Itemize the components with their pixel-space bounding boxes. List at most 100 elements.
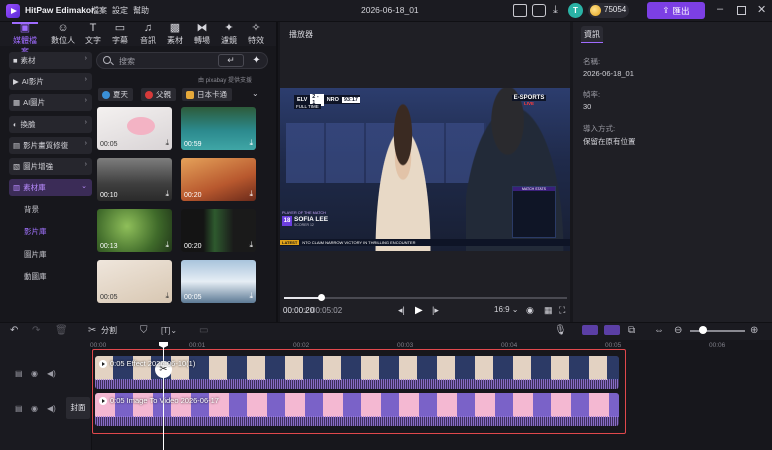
name-label: 名稱: <box>583 57 601 66</box>
text-tool-icon[interactable]: [T]⌄ <box>161 325 177 336</box>
media-thumb[interactable]: 00:05 ⤓ <box>97 260 172 303</box>
progress-handle[interactable] <box>317 294 325 301</box>
category-face-swap[interactable]: ◐ 換臉 › <box>9 116 92 133</box>
track-visibility-icon[interactable]: ◉ <box>31 404 38 413</box>
tab-filter[interactable]: ✦ 濾鏡 <box>217 22 241 46</box>
category-image-enhance[interactable]: ▧ 圖片增強 › <box>9 158 92 175</box>
media-thumb[interactable]: 00:13 ⤓ <box>97 209 172 252</box>
chevron-down-icon[interactable]: ⌄ <box>252 89 259 98</box>
menu-settings[interactable]: 設定 <box>112 5 128 16</box>
video-preview[interactable]: ELV 2 - 1 NRO 93:17 FULL TIME E-SPORTS LI… <box>280 88 570 251</box>
split-button[interactable]: 分割 <box>101 325 117 336</box>
redo-icon[interactable]: ↷ <box>32 325 40 336</box>
avatar[interactable]: T <box>568 3 583 18</box>
tab-sticker[interactable]: ▩ 素材 <box>163 22 187 46</box>
track-visibility-icon[interactable]: ◉ <box>31 369 38 378</box>
media-thumb[interactable]: 00:05 ⤓ <box>97 107 172 150</box>
preview-quality-icon[interactable]: ▦ <box>544 305 553 316</box>
link-icon[interactable] <box>604 325 620 335</box>
layout-icon[interactable] <box>513 4 527 17</box>
track-lock-icon[interactable]: ▤ <box>15 404 23 413</box>
subcategory-gif-library[interactable]: 動圖庫 <box>24 271 47 282</box>
filter-icon: ✦ <box>224 22 234 34</box>
download-icon[interactable]: ⤓ <box>165 240 169 250</box>
tab-audio[interactable]: ♫ 音訊 <box>136 22 160 46</box>
download-icon[interactable]: ⤓ <box>165 291 169 301</box>
download-icon[interactable]: ⤓ <box>249 240 253 250</box>
download-icon[interactable]: ⤓ <box>249 189 253 199</box>
chevron-right-icon: › <box>84 55 87 62</box>
track-lock-icon[interactable]: ▤ <box>15 369 23 378</box>
chip-japanese-cartoon[interactable]: 日本卡通 <box>182 88 232 101</box>
tab-subtitle[interactable]: ▭ 字幕 <box>108 22 132 46</box>
download-icon[interactable]: ⤓ <box>165 189 169 199</box>
category-material[interactable]: ■ 素材 › <box>9 52 92 69</box>
delete-icon[interactable]: 🗑 <box>55 325 68 336</box>
subcategory-background[interactable]: 背景 <box>24 204 39 215</box>
ruler-tick: 00:05 <box>605 342 622 349</box>
download-icon[interactable]: ⤓ <box>249 138 253 148</box>
media-thumb[interactable]: 00:20 ⤓ <box>181 209 256 252</box>
tab-transition[interactable]: ⧓ 轉場 <box>190 22 214 46</box>
ripple-icon[interactable]: ⧉ <box>628 325 635 336</box>
split-icon[interactable]: ✂ <box>88 325 96 336</box>
category-ai-video[interactable]: ▶ AI影片 › <box>9 73 92 90</box>
media-thumb[interactable]: 00:59 ⤓ <box>181 107 256 150</box>
chip-summer[interactable]: 夏天 <box>98 88 133 101</box>
subcategory-image-library[interactable]: 圖片庫 <box>24 249 47 260</box>
shield-icon[interactable]: ⛉ <box>140 325 148 336</box>
menu-help[interactable]: 幫助 <box>133 5 149 16</box>
export-button[interactable]: ⇪ 匯出 <box>647 2 705 19</box>
play-icon[interactable]: ▶ <box>415 305 423 316</box>
export-icon: ⇪ <box>662 5 670 15</box>
zoom-handle[interactable] <box>699 326 707 334</box>
media-thumb[interactable]: 00:05 ⤓ <box>181 260 256 303</box>
feedback-icon[interactable] <box>532 4 546 17</box>
category-library[interactable]: ▥ 素材庫 ⌄ <box>9 179 92 196</box>
prev-frame-icon[interactable]: ◂| <box>398 305 405 316</box>
coin-value: 75054 <box>604 5 627 14</box>
subcategory-video-library[interactable]: 影片庫 <box>24 226 47 237</box>
active-tab-indicator <box>12 22 38 24</box>
aspect-ratio-select[interactable]: 16:9 ⌄ <box>494 305 519 314</box>
track-audio-icon[interactable]: ◀) <box>47 369 56 378</box>
undo-icon[interactable]: ↶ <box>10 325 18 336</box>
tab-info[interactable]: 資訊 <box>581 26 603 43</box>
library-icon: ▥ <box>13 183 21 192</box>
download-icon[interactable]: ⤓ <box>165 138 169 148</box>
coin-balance[interactable]: 75054 <box>588 3 629 18</box>
father-icon <box>145 90 153 99</box>
cover-button[interactable]: 封面 <box>66 397 90 419</box>
ai-sparkle-icon[interactable]: ✦ <box>248 54 265 67</box>
search-input[interactable]: 搜索 <box>119 56 135 67</box>
name-value: 2026-06-18_01 <box>583 69 634 78</box>
tab-effect[interactable]: ✧ 特效 <box>244 22 268 46</box>
magnet-snap-icon[interactable] <box>582 325 598 335</box>
fullscreen-icon[interactable]: ⛶ <box>559 305 565 316</box>
next-frame-icon[interactable]: |▸ <box>432 305 439 316</box>
tab-digital-human[interactable]: ☺ 數位人 <box>50 22 76 46</box>
minimize-icon[interactable]: – <box>717 2 723 16</box>
snapshot-icon[interactable]: ◉ <box>526 305 534 316</box>
microphone-icon[interactable]: 🎙 <box>554 325 567 336</box>
track-height-icon[interactable]: ⇔ <box>654 325 664 336</box>
zoom-out-icon[interactable]: ⊖ <box>674 325 682 336</box>
zoom-in-icon[interactable]: ⊕ <box>750 325 758 336</box>
tab-media[interactable]: ▣媒體檔案 <box>10 22 40 56</box>
enter-icon[interactable]: ↵ <box>218 54 244 67</box>
maximize-icon[interactable] <box>737 6 746 15</box>
playback-progress[interactable] <box>284 297 567 299</box>
close-icon[interactable]: ✕ <box>757 3 766 17</box>
download-icon[interactable]: ⤓ <box>553 3 558 17</box>
panel-divider[interactable] <box>276 22 278 322</box>
menu-file[interactable]: 檔案 <box>91 5 107 16</box>
category-video-repair[interactable]: ▤ 影片畫質修復 › <box>9 137 92 154</box>
media-thumb[interactable]: 00:20 ⤓ <box>181 158 256 201</box>
category-ai-image[interactable]: ▦ AI圖片 › <box>9 94 92 111</box>
chip-father[interactable]: 父親 <box>141 88 176 101</box>
download-icon[interactable]: ⤓ <box>249 291 253 301</box>
media-thumb[interactable]: 00:10 ⤓ <box>97 158 172 201</box>
track-audio-icon[interactable]: ◀) <box>47 404 56 413</box>
tab-text[interactable]: T 文字 <box>81 22 105 46</box>
crop-icon[interactable]: ▭ <box>199 325 208 336</box>
